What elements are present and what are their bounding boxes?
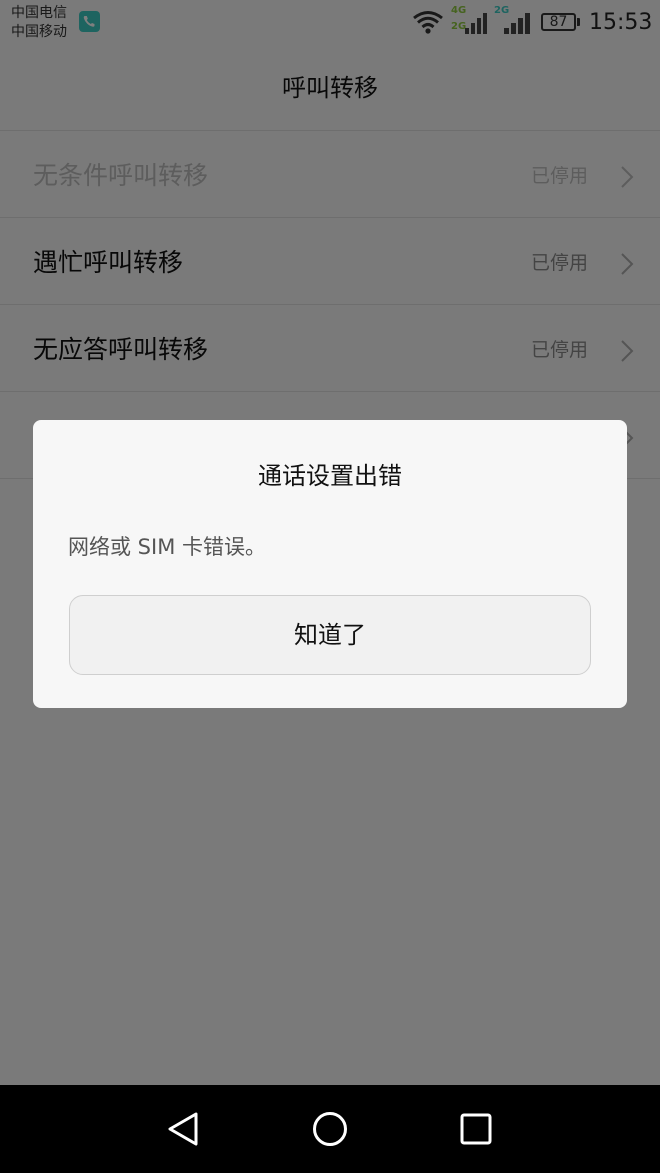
- back-icon[interactable]: [165, 1110, 201, 1148]
- dialog-title: 通话设置出错: [258, 462, 402, 490]
- acknowledge-button[interactable]: 知道了: [69, 595, 591, 675]
- call-forwarding-screen: 中国电信 中国移动 4G 2G 2G: [0, 0, 660, 1173]
- navigation-bar: [0, 1085, 660, 1173]
- error-dialog: 通话设置出错 网络或 SIM 卡错误。 知道了: [33, 420, 627, 708]
- home-icon[interactable]: [311, 1110, 349, 1148]
- dialog-message: 网络或 SIM 卡错误。: [68, 535, 266, 559]
- recents-icon[interactable]: [458, 1110, 494, 1148]
